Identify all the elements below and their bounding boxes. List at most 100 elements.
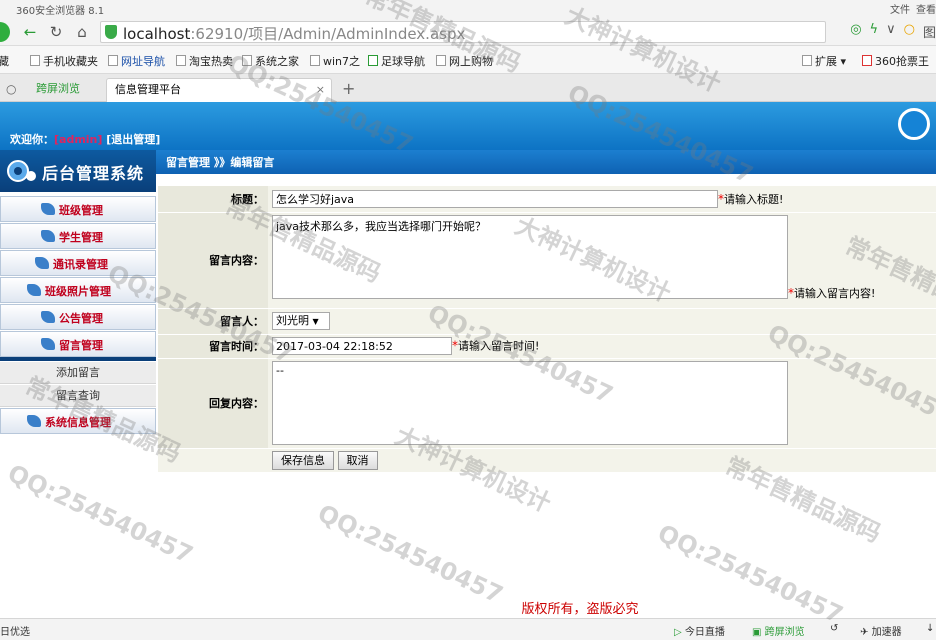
menu-arrow-icon bbox=[41, 311, 55, 323]
sidebar-item-system-info[interactable]: 系统信息管理 bbox=[0, 408, 156, 434]
bookmark-item[interactable]: 网址导航 bbox=[108, 53, 165, 69]
time-hint: 请输入留言时间! bbox=[458, 339, 540, 353]
bookmark-prefix[interactable]: 藏 bbox=[0, 53, 9, 69]
refresh-icon[interactable]: ↻ bbox=[46, 22, 66, 42]
grid-icon bbox=[802, 55, 812, 66]
form-row-author: 留言人： 刘光明 ▼ bbox=[158, 308, 936, 335]
tab-fast-browse[interactable]: 跨屏浏览 bbox=[28, 78, 100, 102]
bookmark-item[interactable]: 网上购物 bbox=[436, 53, 493, 69]
author-select[interactable]: 刘光明 ▼ bbox=[272, 312, 330, 330]
sidebar-item-messages[interactable]: 留言管理 bbox=[0, 331, 156, 357]
secure-shield-icon bbox=[105, 25, 117, 39]
save-button[interactable]: 保存信息 bbox=[272, 450, 334, 470]
bookmark-item[interactable]: 足球导航 bbox=[368, 53, 425, 69]
sidebar-item-label: 学生管理 bbox=[59, 231, 103, 244]
form-row-title: 标题： *请输入标题! bbox=[158, 186, 936, 213]
live-button[interactable]: ▷ 今日直播 bbox=[674, 623, 725, 638]
close-tab-icon[interactable]: × bbox=[316, 79, 325, 101]
app-header: 欢迎你：[admin] [退出管理] bbox=[0, 102, 936, 150]
dropdown-chevron-icon[interactable]: ∨ bbox=[886, 22, 896, 41]
browser-statusbar: 日优选 ▷ 今日直播 ▣ 跨屏浏览 ↺ ✈ 加速器 ↓ bbox=[0, 618, 936, 640]
phone-icon bbox=[30, 55, 40, 66]
system-title: 后台管理系统 bbox=[42, 164, 145, 183]
url-path: :62910/项目/Admin/AdminIndex.aspx bbox=[190, 25, 466, 43]
menu-arrow-icon bbox=[35, 257, 49, 269]
submenu-divider bbox=[0, 357, 156, 361]
download-icon[interactable]: ↓ bbox=[926, 623, 934, 634]
bookmark-item[interactable]: 360抢票王 bbox=[862, 53, 929, 69]
search-engine-icon[interactable]: ○ bbox=[904, 22, 915, 41]
content-textarea[interactable]: java技术那么多，我应当选择哪门开始呢？ bbox=[272, 214, 788, 299]
bookmark-item[interactable]: 淘宝热卖 bbox=[176, 53, 233, 69]
page-icon bbox=[176, 55, 186, 66]
reply-cell: -- bbox=[268, 358, 936, 449]
title-label: 标题： bbox=[158, 186, 268, 213]
watermark: QQ:254540457 bbox=[313, 498, 508, 610]
bookmark-item[interactable]: 系统之家 bbox=[242, 53, 299, 69]
sidebar-item-contacts[interactable]: 通讯录管理 bbox=[0, 250, 156, 276]
logout-link[interactable]: [退出管理] bbox=[106, 133, 160, 146]
search-engine-label[interactable]: 图 bbox=[923, 22, 936, 41]
form-row-actions: 保存信息 取消 bbox=[158, 448, 936, 473]
extensions-menu[interactable]: 扩展 ▾ bbox=[802, 53, 846, 69]
breadcrumb-bar: 留言管理 》》编辑留言 bbox=[156, 150, 936, 174]
address-url[interactable]: localhost:62910/项目/Admin/AdminIndex.aspx bbox=[123, 23, 465, 44]
tab-label: 跨屏浏览 bbox=[36, 82, 80, 95]
sidebar-item-students[interactable]: 学生管理 bbox=[0, 223, 156, 249]
bookmark-item[interactable]: 手机收藏夹 bbox=[30, 53, 98, 69]
sidebar-item-label: 系统信息管理 bbox=[45, 416, 111, 429]
header-logo-icon bbox=[898, 108, 930, 140]
gear-people-icon bbox=[7, 160, 36, 182]
author-cell: 刘光明 ▼ bbox=[268, 308, 936, 335]
windows-icon bbox=[242, 55, 252, 66]
bookmark-item[interactable]: win7之 bbox=[310, 53, 360, 69]
screen-icon: ▣ bbox=[752, 627, 762, 638]
edit-message-form: 标题： *请输入标题! 留言内容： java技术那么多，我应当选择哪门开始呢？*… bbox=[158, 186, 936, 473]
menu-arrow-icon bbox=[41, 230, 55, 242]
sidebar-item-label: 通讯录管理 bbox=[53, 258, 108, 271]
back-arrow-icon[interactable]: ← bbox=[20, 22, 40, 42]
chevron-down-icon: ▼ bbox=[312, 317, 319, 326]
status-left[interactable]: 日优选 bbox=[0, 623, 30, 638]
submenu-query-message[interactable]: 留言查询 bbox=[0, 385, 156, 407]
sidebar-item-label: 公告管理 bbox=[59, 312, 103, 325]
title-input[interactable] bbox=[272, 189, 718, 208]
accelerator-button[interactable]: ✈ 加速器 bbox=[860, 623, 902, 638]
submenu-add-message[interactable]: 添加留言 bbox=[0, 362, 156, 384]
sidebar-item-label: 留言管理 bbox=[59, 339, 103, 352]
home-icon[interactable]: ⌂ bbox=[72, 22, 92, 42]
menu-arrow-icon bbox=[27, 284, 41, 296]
fast-browse-button[interactable]: ▣ 跨屏浏览 bbox=[752, 623, 805, 638]
page-icon bbox=[436, 55, 446, 66]
sidebar-item-photos[interactable]: 班级照片管理 bbox=[0, 277, 156, 303]
new-tab-button[interactable]: + bbox=[334, 78, 358, 102]
welcome-line: 欢迎你：[admin] [退出管理] bbox=[10, 131, 160, 147]
tab-home-icon[interactable]: ○ bbox=[6, 82, 16, 96]
sidebar-item-label: 班级管理 bbox=[59, 204, 103, 217]
history-icon[interactable]: ↺ bbox=[830, 623, 838, 634]
current-user: [admin] bbox=[54, 133, 103, 146]
soccer-icon bbox=[368, 55, 378, 66]
author-selected: 刘光明 bbox=[276, 314, 309, 327]
menu-file[interactable]: 文件 bbox=[890, 1, 910, 16]
reply-label: 回复内容： bbox=[158, 358, 268, 449]
menu-arrow-icon bbox=[27, 415, 41, 427]
content-hint: 请输入留言内容! bbox=[794, 286, 876, 300]
sidebar-item-class[interactable]: 班级管理 bbox=[0, 196, 156, 222]
time-input[interactable] bbox=[272, 337, 452, 355]
sidebar-item-notices[interactable]: 公告管理 bbox=[0, 304, 156, 330]
tab-main[interactable]: 信息管理平台 × bbox=[106, 78, 332, 102]
cancel-button[interactable]: 取消 bbox=[337, 450, 378, 470]
menu-view[interactable]: 查看 bbox=[916, 1, 936, 16]
address-bar[interactable]: localhost:62910/项目/Admin/AdminIndex.aspx bbox=[100, 21, 826, 43]
content-cell: java技术那么多，我应当选择哪门开始呢？*请输入留言内容! bbox=[268, 212, 936, 309]
browser-logo-icon bbox=[0, 22, 10, 42]
reply-textarea[interactable]: -- bbox=[272, 360, 788, 445]
extension-icon[interactable]: ◎ bbox=[850, 22, 861, 41]
sidebar: 后台管理系统 班级管理 学生管理 通讯录管理 班级照片管理 公告管理 留言管理 … bbox=[0, 150, 156, 616]
form-row-reply: 回复内容： -- bbox=[158, 358, 936, 449]
cloud-icon bbox=[310, 55, 320, 66]
url-host: localhost bbox=[123, 25, 191, 43]
title-hint: 请输入标题! bbox=[724, 192, 784, 206]
lightning-icon[interactable]: ϟ bbox=[870, 22, 879, 41]
